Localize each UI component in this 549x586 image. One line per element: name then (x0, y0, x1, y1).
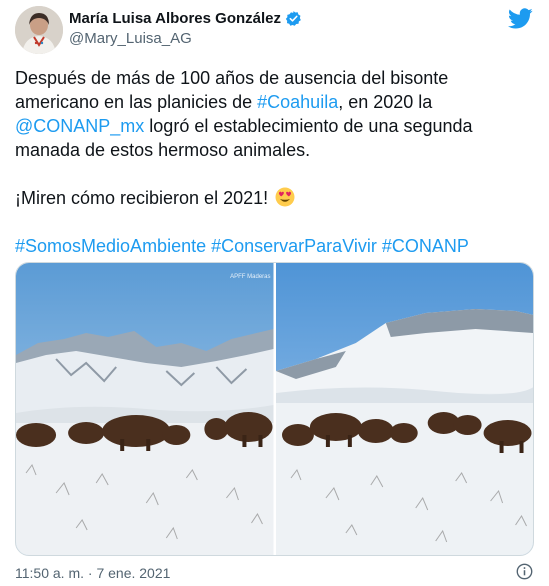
tweet-text-part: ¡Miren cómo recibieron el 2021! (15, 188, 274, 208)
photo-2[interactable] (275, 263, 533, 555)
tweet-body: Después de más de 100 años de ausencia d… (15, 66, 535, 258)
mention-conanp-link[interactable]: @CONANP_mx (15, 116, 144, 136)
hashtag-coahuila-link[interactable]: #Coahuila (257, 92, 338, 112)
avatar[interactable] (15, 6, 63, 54)
hashtag-conservarparavivir-link[interactable]: #ConservarParaVivir (211, 236, 377, 256)
tweet-text-part: , en 2020 la (338, 92, 433, 112)
heart-eyes-emoji-icon (275, 187, 295, 207)
info-icon[interactable] (516, 563, 533, 580)
tweet-timestamp[interactable]: 11:50 a. m. · 7 ene. 2021 (15, 565, 170, 581)
author-display-name[interactable]: María Luisa Albores González (69, 10, 281, 27)
photo-1[interactable]: APFF Maderas (16, 263, 274, 555)
media-gallery: APFF Maderas (15, 262, 534, 556)
author-handle[interactable]: @Mary_Luisa_AG (69, 30, 192, 47)
tweet-card: María Luisa Albores González @Mary_Luisa… (0, 0, 549, 586)
photo-watermark: APFF Maderas (230, 274, 271, 280)
hashtag-conanp-link[interactable]: #CONANP (382, 236, 469, 256)
hashtag-somosmedioambiente-link[interactable]: #SomosMedioAmbiente (15, 236, 206, 256)
twitter-bird-icon[interactable] (508, 6, 533, 31)
bison-snow-photo-2 (275, 263, 533, 555)
verified-badge-icon (285, 10, 302, 27)
bison-snow-photo-1 (16, 263, 274, 555)
